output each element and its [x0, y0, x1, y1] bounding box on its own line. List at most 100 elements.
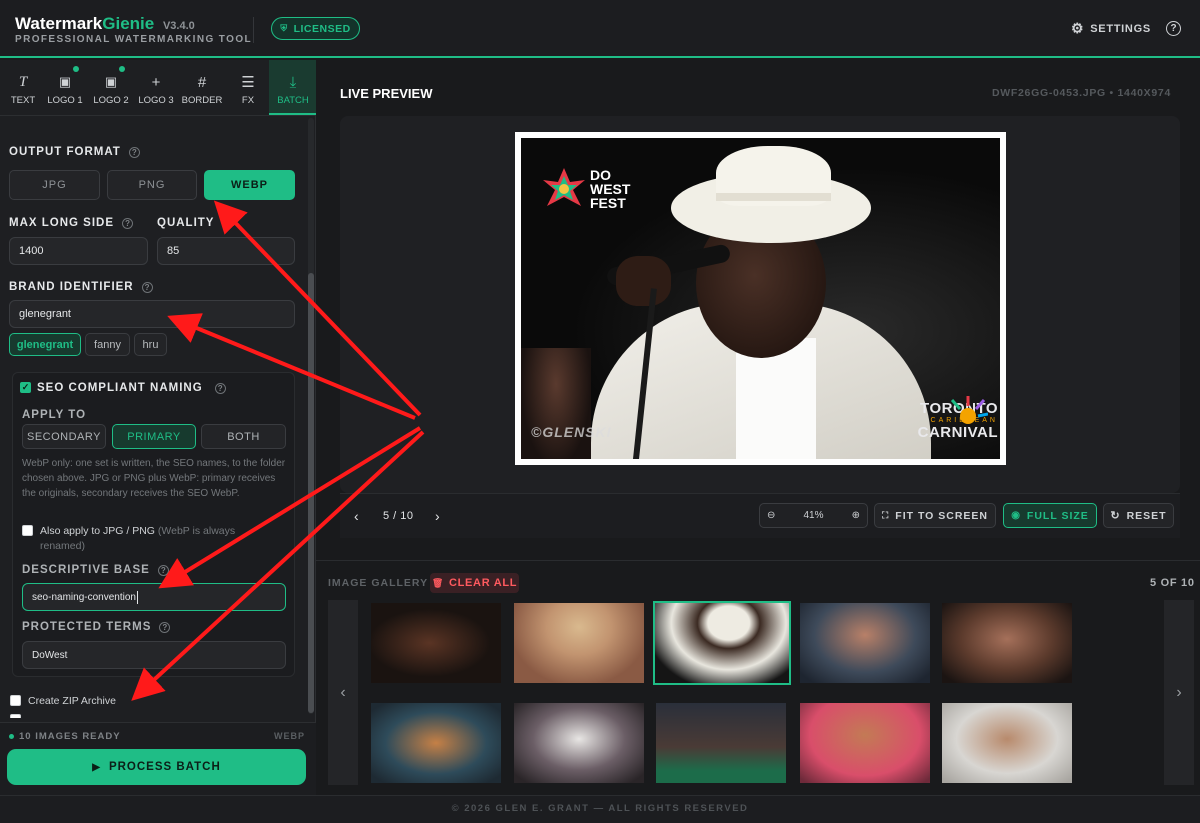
plus-icon: + — [151, 73, 161, 91]
reset-button[interactable]: ↻ RESET — [1103, 503, 1174, 528]
ready-text: 10 IMAGES READY — [19, 731, 121, 742]
apply-secondary-button[interactable]: SECONDARY — [22, 424, 106, 449]
max-long-side-input[interactable]: 1400 — [9, 237, 148, 265]
crowd-shape — [521, 348, 591, 459]
full-size-button[interactable]: ◉ FULL SIZE — [1003, 503, 1097, 528]
brand-chip-fanny[interactable]: fanny — [85, 333, 130, 356]
tab-batch[interactable]: ⤓ BATCH — [270, 66, 316, 107]
tab-text[interactable]: T TEXT — [0, 66, 46, 107]
app-version: V3.4.0 — [162, 20, 195, 32]
format-jpg-button[interactable]: JPG — [9, 170, 100, 200]
format-webp-button[interactable]: WEBP — [204, 170, 295, 200]
dowest-line1: DO — [590, 167, 611, 183]
tab-label: LOGO 3 — [138, 95, 174, 106]
format-png-button[interactable]: PNG — [107, 170, 197, 200]
gallery-next-button[interactable]: › — [1164, 600, 1194, 785]
apply-primary-button[interactable]: PRIMARY — [112, 424, 196, 449]
label-text: OUTPUT FORMAT — [9, 146, 121, 158]
gallery-thumb-8[interactable] — [656, 703, 786, 783]
also-apply-checkbox[interactable] — [22, 525, 33, 536]
help-icon: ? — [222, 217, 234, 229]
tab-logo-1[interactable]: ▣ LOGO 1 — [42, 66, 88, 106]
tab-label: LOGO 2 — [93, 95, 129, 106]
help-icon: ? — [159, 621, 171, 633]
brand-identifier-input[interactable]: glenegrant — [9, 300, 295, 328]
gallery-thumb-7[interactable] — [514, 703, 644, 783]
brand-chip-glenegrant[interactable]: glenegrant — [9, 333, 81, 356]
ready-indicator: 10 IMAGES READY — [9, 731, 121, 742]
hidden-checkbox[interactable] — [10, 714, 21, 718]
settings-button[interactable]: ⚙ SETTINGS — [1071, 20, 1151, 37]
zoom-level: 41% — [803, 510, 824, 521]
scrollbar-thumb[interactable] — [308, 273, 314, 713]
chevron-right-icon: › — [435, 508, 440, 524]
label-text: BRAND IDENTIFIER — [9, 281, 134, 293]
chevron-right-icon: › — [1176, 683, 1182, 701]
help-button[interactable]: ? — [1166, 21, 1181, 36]
eye-icon: ◉ — [1011, 510, 1021, 521]
fit-icon: ⛶ — [881, 510, 890, 520]
fit-to-screen-button[interactable]: ⛶ FIT TO SCREEN — [874, 503, 996, 528]
logo1-icon: ▣ — [58, 74, 72, 89]
process-batch-button[interactable]: ▶ PROCESS BATCH — [7, 749, 306, 785]
process-label: PROCESS BATCH — [108, 761, 221, 773]
brand-chip-hru[interactable]: hru — [134, 333, 167, 356]
descriptive-base-value: seo-naming-convention — [32, 591, 136, 603]
preview-image[interactable]: DO WEST FEST ©GLENSKI TORONTO CARIBBEAN … — [515, 132, 1006, 465]
app-name-part1: Watermark — [15, 14, 103, 33]
zoom-in-icon[interactable]: ⊕ — [852, 510, 860, 521]
settings-label: SETTINGS — [1090, 22, 1151, 35]
preview-title: LIVE PREVIEW — [340, 86, 433, 101]
tab-logo-2[interactable]: ▣ LOGO 2 — [88, 66, 134, 106]
label-text: SEO COMPLIANT NAMING — [37, 382, 203, 394]
gallery-count: 5 OF 10 — [1150, 577, 1195, 589]
gallery-thumb-4[interactable] — [800, 603, 930, 683]
tabs-divider — [0, 115, 316, 116]
protected-terms-input[interactable]: DoWest — [22, 641, 286, 669]
tab-logo-3[interactable]: + LOGO 3 — [133, 66, 179, 107]
license-label: LICENSED — [293, 22, 351, 35]
text-cursor — [136, 590, 138, 604]
sun-icon — [950, 396, 988, 424]
gallery-thumb-3[interactable] — [653, 601, 791, 685]
gallery-thumb-9[interactable] — [800, 703, 930, 783]
toronto-logo: TORONTO CARIBBEAN CARNIVAL — [873, 396, 998, 441]
active-dot — [119, 66, 125, 72]
panel-scrollbar[interactable] — [308, 118, 314, 714]
gallery-thumb-6[interactable] — [371, 703, 501, 783]
trash-icon: 🗑 — [431, 577, 444, 588]
chevron-left-icon: ‹ — [354, 508, 359, 524]
max-long-side-label: MAX LONG SIDE? — [9, 217, 134, 229]
gallery-thumb-5[interactable] — [942, 603, 1072, 683]
quality-label: QUALITY? — [157, 217, 234, 229]
seo-description: WebP only: one set is written, the SEO n… — [22, 458, 286, 499]
tab-label: LOGO 1 — [47, 95, 83, 106]
zoom-out-icon[interactable]: ⊖ — [767, 510, 775, 521]
also-apply-label: Also apply to JPG / PNG (WebP is always … — [40, 524, 275, 554]
label-text: PROTECTED TERMS — [22, 621, 152, 633]
descriptive-base-label: DESCRIPTIVE BASE? — [22, 564, 169, 576]
descriptive-base-input[interactable]: seo-naming-convention — [22, 583, 286, 611]
dowest-logo: DO WEST FEST — [543, 168, 630, 210]
photo: DO WEST FEST ©GLENSKI TORONTO CARIBBEAN … — [521, 138, 1000, 459]
next-image-button[interactable]: › — [435, 508, 440, 524]
gallery-thumb-2[interactable] — [514, 603, 644, 683]
file-info: DWF26GG-0453.JPG • 1440X974 — [992, 87, 1171, 99]
seo-checkbox[interactable]: ✓ — [20, 382, 31, 393]
clear-all-button[interactable]: 🗑 CLEAR ALL — [430, 573, 519, 593]
gallery-thumb-10[interactable] — [942, 703, 1072, 783]
active-dot — [73, 66, 79, 72]
gallery-thumb-1[interactable] — [371, 603, 501, 683]
apply-to-label: APPLY TO — [22, 409, 87, 421]
tab-border[interactable]: # BORDER — [179, 66, 225, 107]
prev-image-button[interactable]: ‹ — [354, 508, 359, 524]
quality-input[interactable]: 85 — [157, 237, 295, 265]
tab-label: TEXT — [10, 95, 36, 106]
apply-both-button[interactable]: BOTH — [201, 424, 286, 449]
tab-fx[interactable]: ☰ FX — [225, 66, 271, 106]
also-apply-text: Also apply to JPG / PNG — [40, 525, 155, 537]
zoom-control: ⊖ 41% ⊕ — [759, 503, 868, 528]
gallery-prev-button[interactable]: ‹ — [328, 600, 358, 785]
zip-checkbox[interactable] — [10, 695, 21, 706]
zip-label: Create ZIP Archive — [28, 695, 116, 707]
